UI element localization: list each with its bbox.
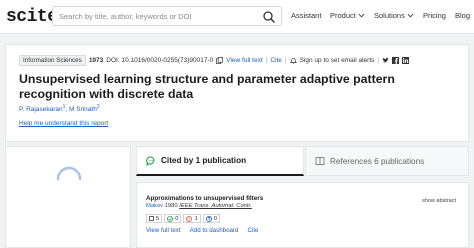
tab-cited-by-label: Cited by 1 publication xyxy=(161,156,247,165)
nav-product-label: Product xyxy=(330,11,356,20)
copy-icon[interactable] xyxy=(216,57,224,64)
nav-assistant[interactable]: Assistant xyxy=(291,11,321,20)
contrasting-count[interactable]: 1 xyxy=(183,214,201,223)
supporting-count[interactable]: 0 xyxy=(164,214,182,223)
tab-references[interactable]: References 6 publications xyxy=(305,146,469,176)
cite-link[interactable]: Cite xyxy=(270,57,282,64)
top-navigation-bar: scite_ Assistant Product Solutions Prici… xyxy=(0,0,474,34)
tab-references-label: References 6 publications xyxy=(330,156,425,166)
paper-meta-row: Information Sciences 1973 DOI: 10.1016/0… xyxy=(19,55,410,66)
mentioning-icon xyxy=(149,216,154,221)
citing-publication-title[interactable]: Approximations to unsupervised filters xyxy=(146,195,263,202)
citation-chart-panel xyxy=(5,146,131,248)
help-understand-report-link[interactable]: Help me understand this report xyxy=(19,120,108,127)
nav-product[interactable]: Product xyxy=(330,11,365,20)
journal-badge[interactable]: Information Sciences xyxy=(19,55,86,66)
search-input[interactable] xyxy=(59,9,259,24)
mentioning-count[interactable]: 5 xyxy=(146,214,163,223)
search-icon[interactable] xyxy=(262,10,276,24)
citation-statement-counts: 5 0 1 0 xyxy=(146,214,220,223)
nav-pricing[interactable]: Pricing xyxy=(423,11,446,20)
supporting-count-value: 0 xyxy=(175,215,179,222)
bell-icon[interactable] xyxy=(289,57,297,64)
nav-solutions-label: Solutions xyxy=(374,11,405,20)
cite-link[interactable]: Cite xyxy=(247,227,258,234)
author-link[interactable]: P. Rajasekaran xyxy=(19,106,63,113)
linkedin-icon[interactable] xyxy=(402,57,410,64)
tab-cited-by[interactable]: Cited by 1 publication xyxy=(136,146,304,176)
divider: | xyxy=(377,57,380,64)
twitter-icon[interactable] xyxy=(382,57,389,64)
author-affiliation-marker: 1 xyxy=(62,104,66,110)
citing-author-link[interactable]: Makov xyxy=(146,203,163,209)
email-alerts-link[interactable]: Sign up to set email alerts xyxy=(300,57,375,64)
loading-spinner-icon xyxy=(56,166,82,181)
facebook-icon[interactable] xyxy=(392,57,400,64)
author-list: P. Rajasekaran1, M Srinath2 xyxy=(19,104,100,114)
nav-pricing-label: Pricing xyxy=(423,11,446,20)
nav-blog[interactable]: Blog xyxy=(455,11,470,20)
chevron-down-icon xyxy=(407,13,414,18)
search-box[interactable] xyxy=(52,6,282,26)
check-circle-icon xyxy=(167,215,174,222)
book-icon xyxy=(315,157,325,165)
view-full-text-link[interactable]: View full text xyxy=(146,227,181,234)
question-icon xyxy=(205,215,212,222)
divider: | xyxy=(265,57,268,64)
citing-year: 1980 xyxy=(164,203,178,209)
speech-bubble-icon xyxy=(146,155,155,166)
nav-assistant-label: Assistant xyxy=(291,11,322,20)
mentioning-count-value: 5 xyxy=(156,215,160,222)
chevron-down-icon xyxy=(358,13,365,18)
nav-blog-label: Blog xyxy=(455,11,471,20)
unclassified-count[interactable]: 0 xyxy=(202,214,220,223)
publication-year: 1973 xyxy=(88,57,104,64)
unclassified-count-value: 0 xyxy=(213,215,217,222)
citing-actions: View full text Add to dashboard Cite xyxy=(146,227,259,234)
nav-solutions[interactable]: Solutions xyxy=(374,11,414,20)
divider: | xyxy=(284,57,287,64)
citing-publication-meta: Makov 1980 IEEE Trans. Automat. Contr. xyxy=(146,203,252,209)
add-to-dashboard-link[interactable]: Add to dashboard xyxy=(190,227,239,234)
author-link[interactable]: M Srinath xyxy=(69,106,97,113)
warning-icon xyxy=(186,215,193,222)
show-abstract-toggle[interactable]: show abstract xyxy=(422,198,456,204)
view-full-text-link[interactable]: View full text xyxy=(226,57,262,64)
doi-text: DOI: 10.1016/0020-0255(73)90017-0 xyxy=(106,57,214,64)
citing-journal-link[interactable]: IEEE Trans. Automat. Contr. xyxy=(179,203,252,209)
author-affiliation-marker: 2 xyxy=(96,104,100,110)
paper-header-card: Information Sciences 1973 DOI: 10.1016/0… xyxy=(5,44,469,142)
citing-publication-card: Approximations to unsupervised filters s… xyxy=(136,182,469,248)
contrasting-count-value: 1 xyxy=(194,215,198,222)
paper-title: Unsupervised learning structure and para… xyxy=(19,72,395,101)
